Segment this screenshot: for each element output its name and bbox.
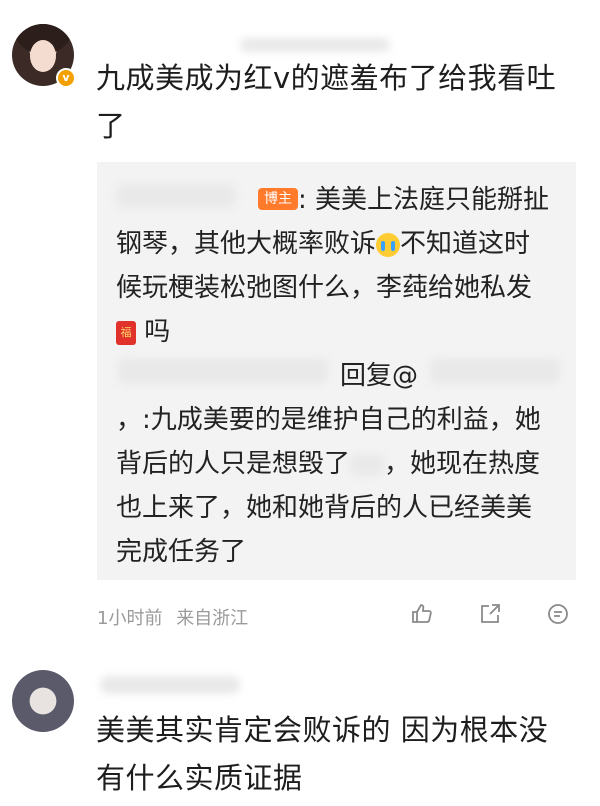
reply-user2-blurred[interactable] <box>118 358 328 384</box>
like-icon[interactable] <box>410 602 434 626</box>
username-2-blurred[interactable] <box>100 676 240 694</box>
username-blurred[interactable] <box>240 38 390 52</box>
host-tag: 博主 <box>258 188 298 210</box>
comment-meta: 1小时前 来自浙江 <box>97 604 248 630</box>
share-icon[interactable] <box>478 602 502 626</box>
reply-line-c: 候玩梗装松弛图什么，李莼给她私发 <box>116 273 533 303</box>
redpacket-icon: 福 <box>116 320 136 345</box>
crying-emoji-icon <box>376 232 401 257</box>
comment-icon[interactable] <box>546 602 570 626</box>
reply-username-blurred[interactable] <box>116 184 236 208</box>
user-avatar-2[interactable] <box>12 670 74 732</box>
reply-body-3: 也上来了，她和她背后的人已经美美 <box>116 493 533 523</box>
comment-2-line-1: 美美其实肯定会败诉的 因为根本没 <box>96 713 549 747</box>
comment-location: 来自浙江 <box>176 608 249 629</box>
reply-line-d: 福 吗 <box>116 310 170 354</box>
comment-text: 九成美成为红v的遮羞布了给我看吐了 <box>96 61 557 143</box>
reply-target-blurred[interactable] <box>430 358 560 384</box>
reply-to-label[interactable]: 回复@ <box>340 354 418 398</box>
reply-line-b: 钢琴，其他大概率败诉 不知道这时 <box>116 229 531 259</box>
reply-body-4: 完成任务了 <box>116 537 247 567</box>
comment-2-line-2: 有什么实质证据 <box>96 761 303 795</box>
comment-time: 1小时前 <box>97 608 163 629</box>
verified-badge-icon: v <box>56 68 76 88</box>
reply-body-1: ，:九成美要的是维护自己的利益，她 <box>116 405 541 435</box>
blurred-word <box>350 453 385 476</box>
reply-body-2: 背后的人只是想毁了 ，她现在热度 <box>116 449 541 479</box>
reply-line-a: : 美美上法庭只能掰扯 <box>298 185 550 215</box>
